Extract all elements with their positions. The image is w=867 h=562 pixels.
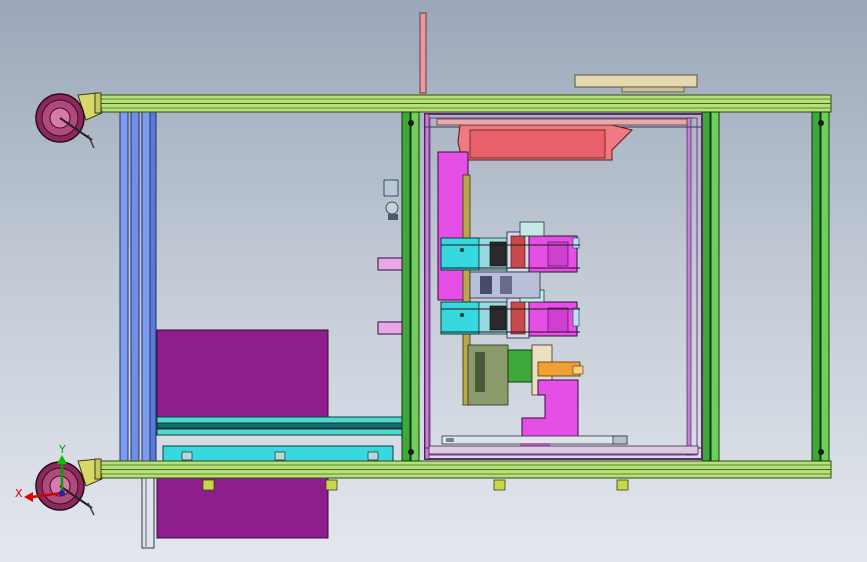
y-axis-arrowhead (57, 455, 67, 464)
machine-assembly-drawing[interactable] (0, 0, 867, 562)
top-tray (574, 74, 698, 88)
pink-hopper (436, 118, 688, 161)
magenta-l-bracket (521, 379, 579, 439)
green-post-middle (401, 111, 420, 462)
purple-panel-upper (156, 329, 329, 431)
green-post-right-outer (811, 111, 830, 462)
top-vertical-rod (419, 12, 427, 94)
left-blue-rails (119, 111, 157, 463)
origin-dot (59, 490, 65, 496)
lower-horizontal-rails (156, 416, 403, 436)
lower-left-post-slot (145, 478, 147, 548)
x-axis-label: X (15, 487, 23, 500)
lower-left-post (141, 477, 155, 549)
side-bracket-lower (377, 321, 403, 335)
x-axis-arrowhead (24, 492, 33, 502)
top-frame-beam (95, 94, 832, 113)
y-axis-label: Y (59, 443, 66, 456)
inner-bottom-plate (428, 445, 699, 455)
green-post-right-inner (701, 111, 720, 462)
top-tray-base (621, 86, 685, 93)
unit-connector (469, 271, 541, 299)
bottom-frame-beam (95, 460, 832, 479)
side-bracket-upper (377, 257, 403, 271)
sensor-cluster (383, 179, 399, 220)
bottom-linear-rail (441, 435, 628, 447)
cad-viewport[interactable]: X Y (0, 0, 867, 562)
